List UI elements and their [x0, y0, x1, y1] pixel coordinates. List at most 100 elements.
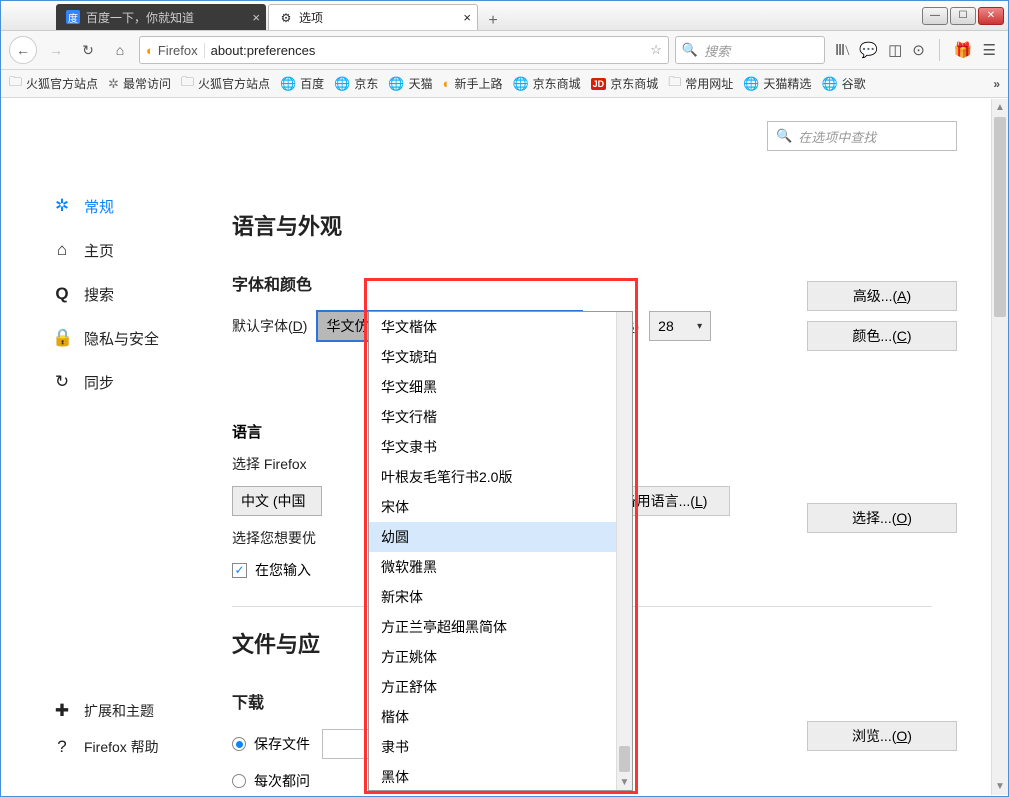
font-size-select[interactable]: 28 ▾: [649, 311, 711, 341]
font-option[interactable]: 宋体: [369, 492, 632, 522]
font-option[interactable]: 方正兰亭超细黑简体: [369, 612, 632, 642]
jd-icon: JD: [591, 78, 607, 90]
tab-options[interactable]: ⚙ 选项 ×: [268, 4, 478, 30]
maximize-button[interactable]: ☐: [950, 7, 976, 25]
bookmark-item[interactable]: 🌐谷歌: [821, 75, 865, 92]
bookmark-item[interactable]: 🗀常用网址: [668, 73, 733, 95]
folder-icon: 🗀: [668, 73, 681, 95]
bookmark-item[interactable]: 🌐京东商城: [512, 75, 580, 92]
sidebar-item-sync[interactable]: ↻同步: [52, 360, 232, 404]
choose-languages-button[interactable]: 选择...(O): [807, 503, 957, 533]
bookmark-item[interactable]: 🌐天猫: [388, 75, 432, 92]
library-icon[interactable]: Ⅲ\: [835, 41, 850, 60]
dropdown-scrollbar[interactable]: ▼: [616, 312, 632, 790]
font-option[interactable]: 华文行楷: [369, 402, 632, 432]
font-option[interactable]: 楷体: [369, 702, 632, 732]
close-button[interactable]: ✕: [978, 7, 1004, 25]
firefox-icon: ◐: [443, 76, 451, 91]
toolbar-icons: Ⅲ\ 💬 ◫ ⊙ 🎁 ☰: [831, 39, 1000, 61]
url-bar[interactable]: ◐ Firefox about:preferences ☆: [139, 36, 669, 64]
back-button[interactable]: ←: [9, 36, 37, 64]
font-option[interactable]: 新宋体: [369, 582, 632, 612]
close-icon[interactable]: ×: [252, 10, 260, 25]
font-option[interactable]: 华文琥珀: [369, 342, 632, 372]
window-controls: — ☐ ✕: [922, 1, 1008, 30]
bookmark-item[interactable]: ◐新手上路: [443, 75, 503, 92]
separator: [939, 39, 940, 61]
font-option[interactable]: 微软雅黑: [369, 552, 632, 582]
font-dropdown-list[interactable]: ▼ 华文楷体华文琥珀华文细黑华文行楷华文隶书叶根友毛笔行书2.0版宋体幼圆微软雅…: [368, 311, 633, 791]
menu-icon[interactable]: ☰: [983, 41, 996, 59]
gear-icon: ✲: [52, 196, 72, 216]
colors-button[interactable]: 颜色...(C): [807, 321, 957, 351]
font-option[interactable]: 方正姚体: [369, 642, 632, 672]
bookmark-item[interactable]: 🌐京东: [334, 75, 378, 92]
language-desc: 选择 Firefox: [232, 454, 307, 474]
tab-title: 百度一下，你就知道: [86, 9, 194, 26]
gear-icon: ✲: [108, 76, 119, 92]
chat-icon[interactable]: 💬: [859, 41, 878, 59]
bookmark-item[interactable]: ✲最常访问: [108, 75, 171, 92]
gift-icon[interactable]: 🎁: [954, 41, 973, 59]
close-icon[interactable]: ×: [463, 10, 471, 25]
lock-icon: 🔒: [52, 328, 72, 348]
reload-button[interactable]: ↻: [75, 36, 101, 64]
sidebar-item-privacy[interactable]: 🔒隐私与安全: [52, 316, 232, 360]
bookmarks-overflow-icon[interactable]: »: [993, 77, 1000, 91]
scrollbar-thumb[interactable]: [619, 746, 630, 772]
sidebar-item-help[interactable]: ?Firefox 帮助: [52, 729, 159, 765]
video-icon[interactable]: ⊙: [912, 41, 925, 59]
tab-strip: 度 百度一下，你就知道 × ⚙ 选项 × +: [1, 1, 922, 30]
browse-button[interactable]: 浏览...(O): [807, 721, 957, 751]
sidebar-icon[interactable]: ◫: [888, 41, 902, 59]
font-option[interactable]: 黑体: [369, 762, 632, 791]
font-option[interactable]: 幼圆: [369, 522, 632, 552]
font-option[interactable]: 方正舒体: [369, 672, 632, 702]
chevron-down-icon: ▾: [697, 321, 702, 332]
sidebar-item-addons[interactable]: ✚扩展和主题: [52, 693, 159, 729]
scroll-down-icon[interactable]: ▼: [992, 778, 1008, 795]
search-placeholder: 搜索: [704, 41, 730, 60]
folder-icon: 🗀: [9, 73, 22, 95]
globe-icon: 🌐: [334, 76, 350, 92]
bookmark-item[interactable]: JD京东商城: [591, 75, 659, 92]
save-files-radio[interactable]: [232, 737, 246, 751]
bookmark-item[interactable]: 🗀火狐官方站点: [181, 73, 270, 95]
scroll-down-icon[interactable]: ▼: [617, 774, 632, 790]
new-tab-button[interactable]: +: [480, 12, 506, 30]
bookmark-item[interactable]: 🌐天猫精选: [743, 75, 811, 92]
search-bar[interactable]: 🔍 搜索: [675, 36, 825, 64]
bookmark-item[interactable]: 🗀火狐官方站点: [9, 73, 98, 95]
bookmark-item[interactable]: 🌐百度: [280, 75, 324, 92]
firefox-icon: ◐: [146, 43, 154, 58]
advanced-fonts-button[interactable]: 高级...(A): [807, 281, 957, 311]
url-text: about:preferences: [211, 43, 645, 58]
home-button[interactable]: ⌂: [107, 36, 133, 64]
scroll-up-icon[interactable]: ▲: [992, 99, 1008, 116]
globe-icon: 🌐: [512, 76, 528, 92]
spellcheck-checkbox[interactable]: ✓: [232, 563, 247, 578]
minimize-button[interactable]: —: [922, 7, 948, 25]
sidebar-item-home[interactable]: ⌂主页: [52, 228, 232, 272]
font-option[interactable]: 叶根友毛笔行书2.0版: [369, 462, 632, 492]
bookmark-star-icon[interactable]: ☆: [650, 42, 662, 58]
sidebar-item-search[interactable]: Q搜索: [52, 272, 232, 316]
scrollbar-thumb[interactable]: [994, 117, 1006, 317]
identity-box[interactable]: ◐ Firefox: [146, 43, 205, 58]
font-option[interactable]: 隶书: [369, 732, 632, 762]
locale-select[interactable]: 中文 (中国: [232, 486, 322, 516]
font-option[interactable]: 华文楷体: [369, 312, 632, 342]
sidebar-item-general[interactable]: ✲常规: [52, 184, 232, 228]
gear-icon: ⚙: [279, 11, 293, 25]
vertical-scrollbar[interactable]: ▲ ▼: [991, 99, 1008, 795]
globe-icon: 🌐: [280, 76, 296, 92]
section-title-language-appearance: 语言与外观: [232, 209, 932, 241]
tab-baidu[interactable]: 度 百度一下，你就知道 ×: [56, 4, 266, 30]
font-option[interactable]: 华文隶书: [369, 432, 632, 462]
globe-icon: 🌐: [821, 76, 837, 92]
always-ask-radio[interactable]: [232, 774, 246, 788]
forward-button[interactable]: →: [43, 36, 69, 64]
options-search-input[interactable]: 🔍 在选项中查找: [767, 121, 957, 151]
globe-icon: 🌐: [743, 76, 759, 92]
font-option[interactable]: 华文细黑: [369, 372, 632, 402]
